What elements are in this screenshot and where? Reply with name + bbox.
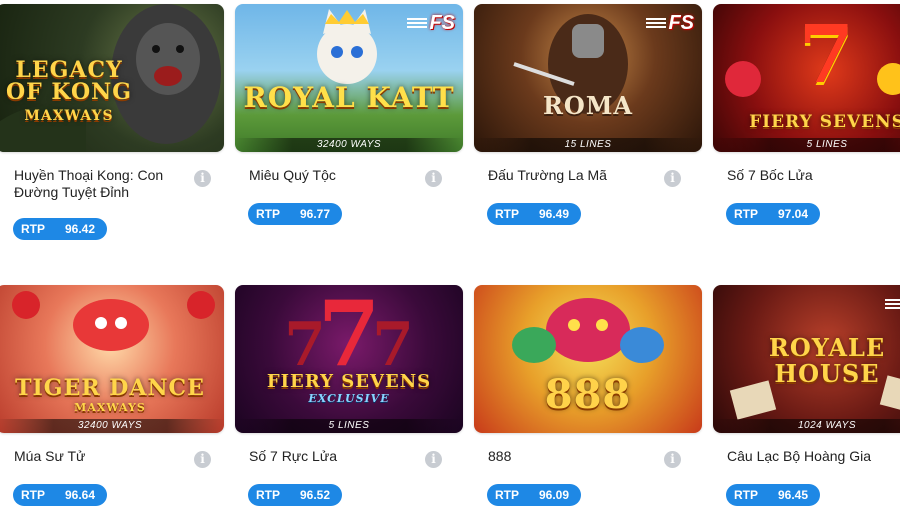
- ways-badge: 32400 WAYS: [0, 419, 224, 433]
- game-logo: LEGACY OF KONG: [5, 57, 133, 105]
- game-thumbnail[interactable]: 7 FIERY SEVENS 5 LINES: [713, 4, 900, 152]
- game-title[interactable]: Múa Sư Tử: [14, 448, 192, 465]
- ways-badge: 1024 WAYS: [713, 419, 900, 433]
- game-title[interactable]: 888: [488, 448, 666, 465]
- rtp-value: 96.45: [777, 488, 809, 502]
- game-thumbnail[interactable]: FS ROYAL KATT 32400 WAYS: [235, 4, 463, 152]
- rtp-value: 96.42: [64, 222, 96, 236]
- game-card-888[interactable]: 888 888 i RTP 96.09: [474, 285, 702, 506]
- rtp-badge: RTP 96.64: [13, 484, 107, 506]
- info-icon[interactable]: i: [664, 170, 681, 187]
- game-logo-sub: MAXWAYS: [74, 401, 146, 414]
- game-thumbnail[interactable]: LEGACY OF KONG MAXWAYS: [0, 4, 224, 152]
- svg-text:7: 7: [372, 310, 414, 380]
- info-icon[interactable]: i: [425, 170, 442, 187]
- rtp-value: 96.77: [299, 207, 331, 221]
- ways-badge: 32400 WAYS: [235, 138, 463, 152]
- rtp-badge: RTP 96.09: [487, 484, 581, 506]
- rtp-label: RTP: [734, 207, 758, 221]
- game-card-roma[interactable]: FS ROMA 15 LINES Đấu Trường La Mã i RTP …: [474, 4, 702, 225]
- game-thumbnail[interactable]: FS ROMA 15 LINES: [474, 4, 702, 152]
- game-logo: FIERY SEVENS: [266, 371, 432, 392]
- game-card-fiery-sevens[interactable]: 7 FIERY SEVENS 5 LINES Số 7 Bốc Lửa i RT…: [713, 4, 900, 225]
- rtp-badge: RTP 97.04: [726, 203, 820, 225]
- game-title[interactable]: Số 7 Rực Lửa: [249, 448, 427, 465]
- rtp-label: RTP: [256, 207, 280, 221]
- svg-text:7: 7: [284, 310, 326, 380]
- game-thumbnail[interactable]: 7 7 7 FIERY SEVENS EXCLUSIVE 5 LINES: [235, 285, 463, 433]
- game-logo: TIGER DANCE: [15, 375, 205, 401]
- game-thumbnail[interactable]: TIGER DANCE MAXWAYS 32400 WAYS: [0, 285, 224, 433]
- ways-badge: 5 LINES: [713, 138, 900, 152]
- game-title[interactable]: Đấu Trường La Mã: [488, 167, 666, 184]
- game-card-royal-katt[interactable]: FS ROYAL KATT 32400 WAYS Miêu Quý Tộc i …: [235, 4, 463, 225]
- game-logo-sub: EXCLUSIVE: [308, 392, 390, 405]
- rtp-label: RTP: [495, 488, 519, 502]
- rtp-badge: RTP 96.42: [13, 218, 107, 240]
- game-logo: FIERY SEVENS: [749, 112, 900, 132]
- rtp-value: 96.52: [299, 488, 331, 502]
- rtp-badge: RTP 96.52: [248, 484, 342, 506]
- rtp-label: RTP: [21, 488, 45, 502]
- rtp-badge: RTP 96.45: [726, 484, 820, 506]
- rtp-label: RTP: [256, 488, 280, 502]
- game-logo: 888: [544, 371, 632, 418]
- game-title[interactable]: Miêu Quý Tộc: [249, 167, 427, 184]
- rtp-value: 96.09: [538, 488, 570, 502]
- free-spins-badge: FS: [646, 12, 694, 34]
- game-logo: ROYALE HOUSE: [768, 333, 886, 389]
- game-title[interactable]: Huyền Thoại Kong: Con Đường Tuyệt Đỉnh: [14, 167, 192, 201]
- info-icon[interactable]: i: [664, 451, 681, 468]
- ways-badge: 5 LINES: [235, 419, 463, 433]
- free-spins-badge: FS: [407, 12, 455, 34]
- rtp-label: RTP: [495, 207, 519, 221]
- game-logo: ROYAL KATT: [243, 81, 455, 114]
- game-logo-sub: MAXWAYS: [24, 108, 114, 124]
- rtp-badge: RTP 96.49: [487, 203, 581, 225]
- game-logo: ROMA: [542, 91, 634, 120]
- game-card-fiery-sevens-exclusive[interactable]: 7 7 7 FIERY SEVENS EXCLUSIVE 5 LINES Số …: [235, 285, 463, 506]
- info-icon[interactable]: i: [194, 451, 211, 468]
- ways-badge: 15 LINES: [474, 138, 702, 152]
- game-card-royale-house[interactable]: FS ROYALE HOUSE 1024 WAYS Câu Lạc Bộ Hoà…: [713, 285, 900, 506]
- sevens-illustration: 7 7 7: [284, 285, 414, 387]
- game-title[interactable]: Câu Lạc Bộ Hoàng Gia: [727, 448, 900, 465]
- rtp-value: 96.49: [538, 207, 570, 221]
- game-logo-seven: 7: [798, 7, 856, 101]
- game-card-tiger-dance[interactable]: TIGER DANCE MAXWAYS 32400 WAYS Múa Sư Tử…: [0, 285, 224, 506]
- game-thumbnail[interactable]: FS ROYALE HOUSE 1024 WAYS: [713, 285, 900, 433]
- rtp-label: RTP: [21, 222, 45, 236]
- info-icon[interactable]: i: [194, 170, 211, 187]
- info-icon[interactable]: i: [425, 451, 442, 468]
- rtp-value: 97.04: [777, 207, 809, 221]
- rtp-label: RTP: [734, 488, 758, 502]
- game-title[interactable]: Số 7 Bốc Lửa: [727, 167, 900, 184]
- rtp-badge: RTP 96.77: [248, 203, 342, 225]
- game-thumbnail[interactable]: 888: [474, 285, 702, 433]
- game-card-legacy-of-kong[interactable]: LEGACY OF KONG MAXWAYS Huyền Thoại Kong:…: [0, 4, 224, 240]
- rtp-value: 96.64: [64, 488, 96, 502]
